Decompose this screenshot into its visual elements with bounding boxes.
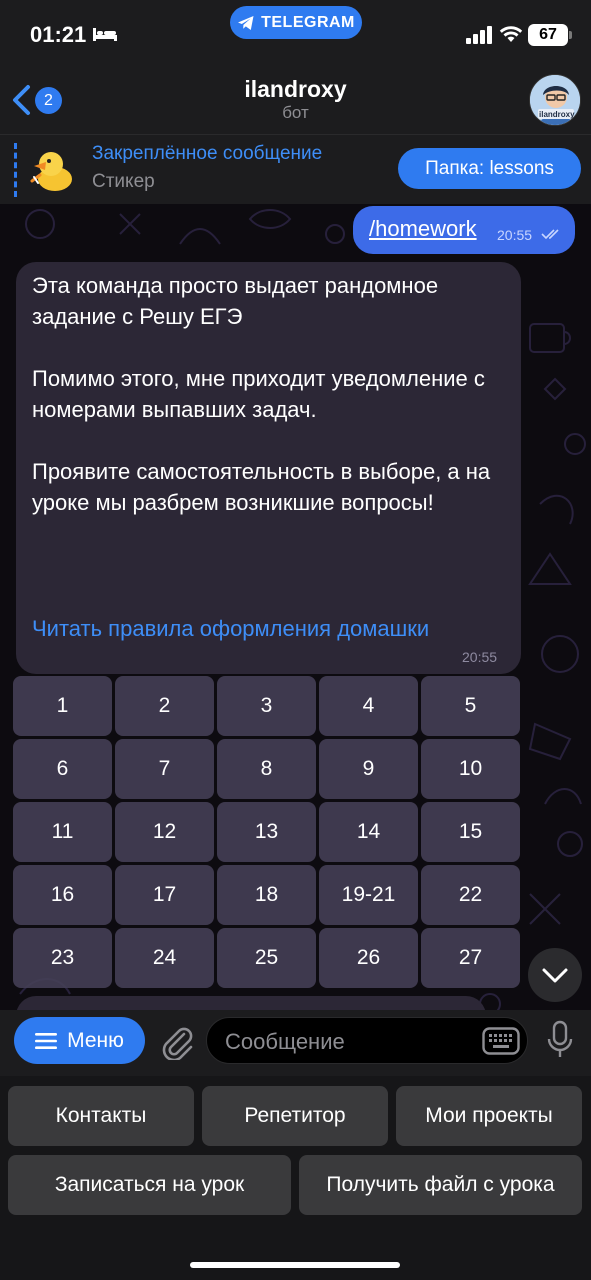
message-input-bar: Меню Сообщение <box>0 1010 591 1076</box>
paperclip-icon[interactable] <box>158 1022 194 1060</box>
my-projects-button[interactable]: Мои проекты <box>396 1086 582 1146</box>
message-paragraph: Помимо этого, мне приходит уведомление с… <box>32 366 485 422</box>
task-button[interactable]: 9 <box>319 739 418 799</box>
chat-subtitle: бот <box>282 103 309 122</box>
task-button[interactable]: 12 <box>115 802 214 862</box>
message-placeholder: Сообщение <box>225 1029 345 1054</box>
bot-menu-button[interactable]: Меню <box>14 1017 145 1064</box>
chat-title[interactable]: ilandroxy <box>0 76 591 103</box>
pinned-title: Закреплённое сообщение <box>92 143 323 164</box>
task-button[interactable]: 27 <box>421 928 520 988</box>
task-button[interactable]: 3 <box>217 676 316 736</box>
task-button[interactable]: 16 <box>13 865 112 925</box>
task-button[interactable]: 6 <box>13 739 112 799</box>
message-paragraph: Проявите самостоятельность в выборе, а н… <box>32 459 491 515</box>
status-bar: 01:21 TELEGRAM 67 <box>0 0 591 62</box>
outgoing-message-time: 20:55 <box>497 227 533 243</box>
avatar[interactable]: ilandroxy <box>529 74 581 126</box>
battery-indicator: 67 <box>528 24 572 46</box>
outgoing-message[interactable]: /homework 20:55 <box>353 206 575 254</box>
incoming-message-time: 20:55 <box>462 649 498 665</box>
task-button[interactable]: 14 <box>319 802 418 862</box>
task-button[interactable]: 13 <box>217 802 316 862</box>
home-indicator[interactable] <box>190 1262 400 1268</box>
inline-keyboard-row: 11 12 13 14 15 <box>13 802 521 862</box>
task-button[interactable]: 23 <box>13 928 112 988</box>
get-lesson-file-button[interactable]: Получить файл с урока <box>299 1155 582 1215</box>
telegram-pill-label: TELEGRAM <box>261 13 355 31</box>
task-button[interactable]: 15 <box>421 802 520 862</box>
hamburger-icon <box>35 1032 58 1049</box>
homework-rules-link[interactable]: Читать правила оформления домашки <box>32 616 429 642</box>
chat-header: 2 ilandroxy бот ilandroxy <box>0 62 591 134</box>
task-button[interactable]: 25 <box>217 928 316 988</box>
message-paragraph: Эта команда просто выдает рандомное зада… <box>32 273 439 329</box>
pinned-message-bar[interactable]: Закреплённое сообщение Стикер Папка: les… <box>0 134 591 204</box>
reply-keyboard: Контакты Репетитор Мои проекты Записатьс… <box>0 1076 591 1280</box>
book-lesson-button[interactable]: Записаться на урок <box>8 1155 291 1215</box>
task-button[interactable]: 10 <box>421 739 520 799</box>
task-button[interactable]: 11 <box>13 802 112 862</box>
cellular-signal-icon <box>466 26 492 44</box>
incoming-message[interactable]: Эта команда просто выдает рандомное зада… <box>16 262 521 674</box>
contacts-button[interactable]: Контакты <box>8 1086 194 1146</box>
avatar-caption: ilandroxy <box>539 110 575 119</box>
chevron-down-icon <box>542 968 568 983</box>
scroll-down-button[interactable] <box>528 948 582 1002</box>
sleep-focus-icon <box>93 28 117 41</box>
folder-lessons-button[interactable]: Папка: lessons <box>398 148 581 189</box>
inline-keyboard-row: 23 24 25 26 27 <box>13 928 521 988</box>
read-checkmarks-icon <box>541 229 559 240</box>
pinned-indicator <box>14 143 17 197</box>
microphone-icon[interactable] <box>546 1020 574 1060</box>
tutor-button[interactable]: Репетитор <box>202 1086 388 1146</box>
task-button[interactable]: 26 <box>319 928 418 988</box>
task-button[interactable]: 19-21 <box>319 865 418 925</box>
outgoing-message-text[interactable]: /homework <box>369 216 477 242</box>
task-button[interactable]: 4 <box>319 676 418 736</box>
inline-keyboard: 1 2 3 4 5 6 7 8 9 10 11 12 13 14 15 16 1… <box>13 676 521 991</box>
task-button[interactable]: 24 <box>115 928 214 988</box>
inline-keyboard-row: 6 7 8 9 10 <box>13 739 521 799</box>
telegram-plane-icon <box>238 15 254 30</box>
inline-keyboard-row: 1 2 3 4 5 <box>13 676 521 736</box>
pinned-subtitle: Стикер <box>92 171 155 192</box>
status-time: 01:21 <box>30 22 87 47</box>
message-input[interactable]: Сообщение <box>206 1017 528 1064</box>
wifi-icon <box>499 26 523 42</box>
incoming-message-text: Эта команда просто выдает рандомное зада… <box>32 270 512 549</box>
task-button[interactable]: 7 <box>115 739 214 799</box>
inline-keyboard-row: 16 17 18 19-21 22 <box>13 865 521 925</box>
task-button[interactable]: 2 <box>115 676 214 736</box>
task-button[interactable]: 1 <box>13 676 112 736</box>
menu-button-label: Меню <box>67 1028 124 1052</box>
task-button[interactable]: 17 <box>115 865 214 925</box>
keyboard-icon[interactable] <box>482 1027 520 1055</box>
duck-sticker-icon <box>30 152 72 191</box>
task-button[interactable]: 8 <box>217 739 316 799</box>
task-button[interactable]: 22 <box>421 865 520 925</box>
chat-area[interactable]: /homework 20:55 Эта команда просто выдае… <box>0 204 591 1010</box>
task-button[interactable]: 18 <box>217 865 316 925</box>
telegram-pill[interactable]: TELEGRAM <box>230 6 362 39</box>
task-button[interactable]: 5 <box>421 676 520 736</box>
next-message-peek <box>16 996 486 1010</box>
